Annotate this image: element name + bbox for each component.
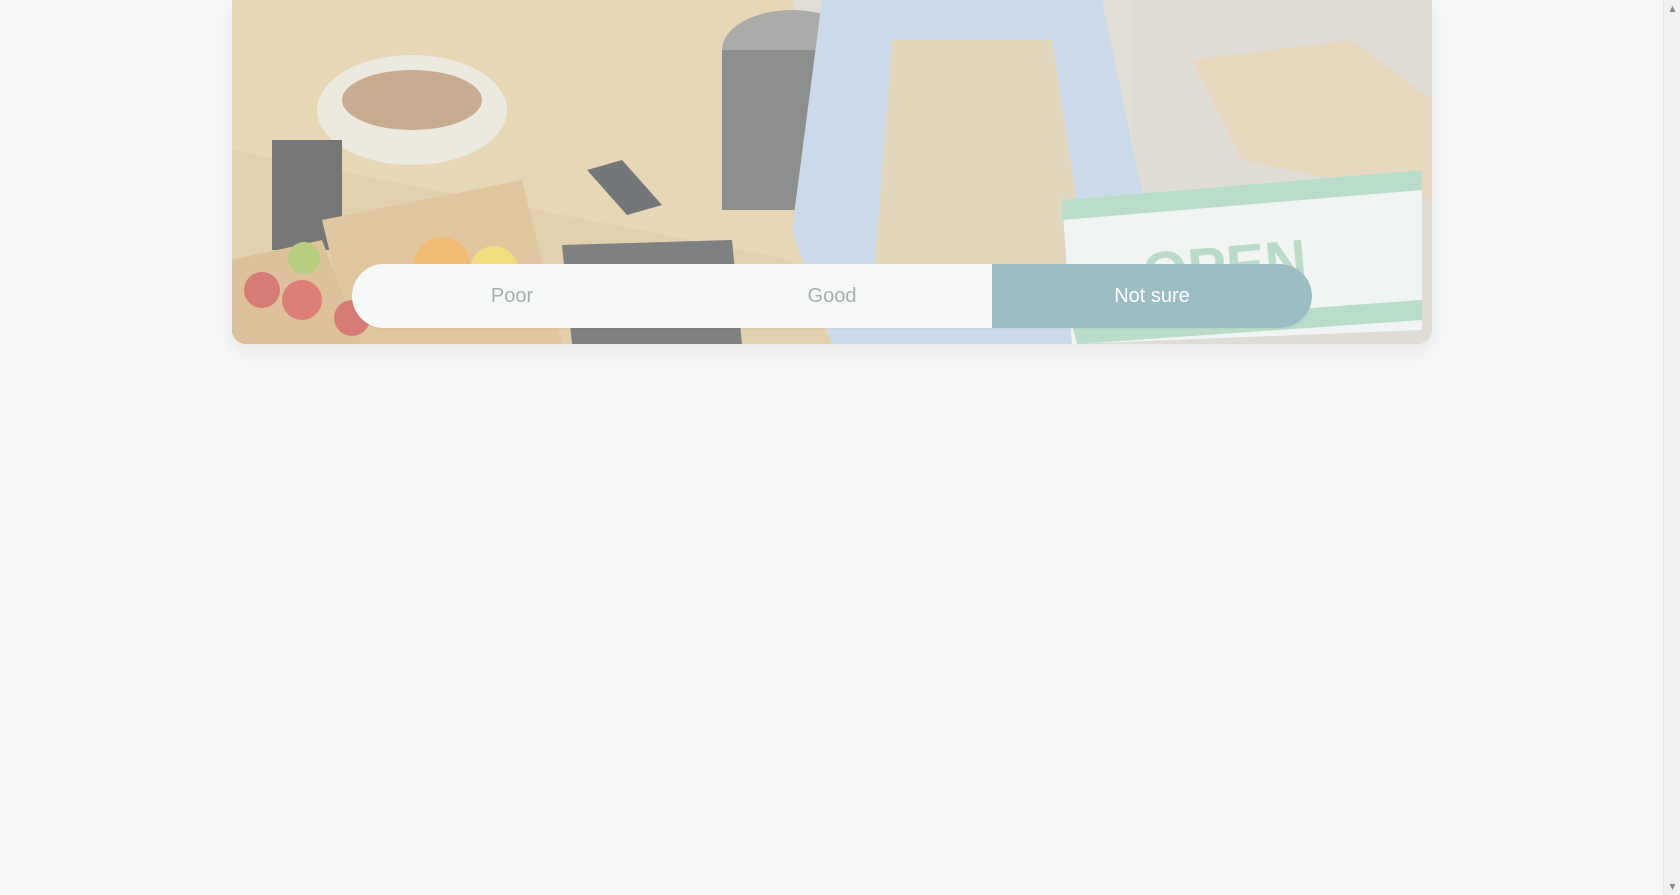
rating-option-not-sure[interactable]: Not sure bbox=[992, 264, 1312, 328]
rating-option-poor[interactable]: Poor bbox=[352, 264, 672, 328]
scroll-down-arrow-icon[interactable]: ▼ bbox=[1664, 878, 1680, 895]
page: OPEN Poor Good Not sure ▲ ▼ bbox=[0, 0, 1680, 895]
rating-option-good[interactable]: Good bbox=[672, 264, 992, 328]
scroll-up-arrow-icon[interactable]: ▲ bbox=[1664, 0, 1680, 17]
vertical-scrollbar[interactable]: ▲ ▼ bbox=[1663, 0, 1680, 895]
rating-segmented-control: Poor Good Not sure bbox=[352, 264, 1312, 328]
